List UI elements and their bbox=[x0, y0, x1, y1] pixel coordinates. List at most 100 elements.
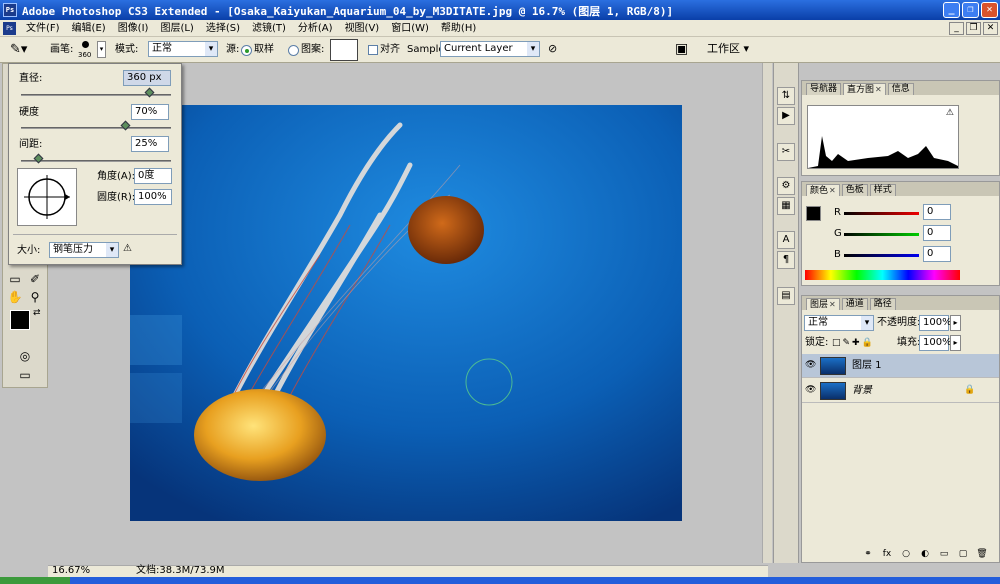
blue-slider[interactable] bbox=[844, 254, 919, 257]
tab-info[interactable]: 信息 bbox=[887, 83, 914, 95]
foreground-color-preview[interactable] bbox=[806, 206, 821, 221]
pattern-radio[interactable] bbox=[288, 45, 299, 56]
sampled-radio[interactable] bbox=[241, 45, 252, 56]
menu-help[interactable]: 帮助(H) bbox=[435, 22, 482, 35]
close-tab-icon[interactable]: ✕ bbox=[875, 85, 882, 94]
spacing-slider[interactable] bbox=[21, 160, 171, 162]
start-button[interactable] bbox=[0, 577, 70, 584]
close-tab-icon[interactable]: ✕ bbox=[829, 186, 836, 195]
visibility-eye-icon[interactable]: 👁 bbox=[805, 385, 816, 395]
angle-input[interactable]: 0度 bbox=[134, 168, 172, 184]
adjustment-layer-icon[interactable]: ◐ bbox=[919, 548, 931, 560]
quick-mask-icon[interactable]: ◎ bbox=[16, 347, 34, 365]
brushes-icon[interactable]: ⚙ bbox=[777, 177, 795, 195]
document-canvas[interactable] bbox=[130, 105, 682, 521]
screen-mode-icon[interactable]: ▭ bbox=[16, 366, 34, 384]
hardness-input[interactable]: 70% bbox=[131, 104, 169, 120]
layer-mask-icon[interactable]: ○ bbox=[900, 548, 912, 560]
file-browser-icon[interactable]: ▣ bbox=[675, 41, 688, 57]
link-layers-icon[interactable]: ⚭ bbox=[862, 548, 874, 560]
mode-select[interactable]: 正常 bbox=[148, 41, 218, 57]
menu-file[interactable]: 文件(F) bbox=[20, 22, 66, 35]
menu-image[interactable]: 图像(I) bbox=[112, 22, 155, 35]
green-input[interactable]: 0 bbox=[923, 225, 951, 241]
doc-restore-button[interactable]: ❐ bbox=[966, 22, 981, 35]
mode-label: 模式: bbox=[115, 44, 139, 55]
menu-window[interactable]: 窗口(W) bbox=[385, 22, 435, 35]
tab-styles[interactable]: 样式 bbox=[869, 184, 896, 196]
zoom-tool-icon[interactable]: ⚲ bbox=[26, 288, 44, 306]
layer-style-icon[interactable]: fx bbox=[881, 548, 893, 560]
layer-row[interactable]: 👁 背景 🔒 bbox=[802, 379, 999, 403]
eyedropper-tool-icon[interactable]: ✐ bbox=[26, 270, 44, 288]
roundness-input[interactable]: 100% bbox=[134, 189, 172, 205]
minimize-button[interactable]: _ bbox=[943, 2, 960, 18]
histogram-curve bbox=[808, 136, 958, 168]
menu-view[interactable]: 视图(V) bbox=[339, 22, 386, 35]
opacity-arrow-icon[interactable]: ▸ bbox=[950, 315, 961, 331]
fill-input[interactable]: 100% bbox=[919, 335, 952, 351]
tab-paths-label: 路径 bbox=[873, 299, 892, 309]
green-slider[interactable] bbox=[844, 233, 919, 236]
lock-icons[interactable]: □✎✚🔒 bbox=[832, 336, 875, 350]
fill-arrow-icon[interactable]: ▸ bbox=[950, 335, 961, 351]
tab-paths[interactable]: 路径 bbox=[869, 298, 896, 310]
hand-tool-icon[interactable]: ✋ bbox=[6, 288, 24, 306]
menu-select[interactable]: 选择(S) bbox=[200, 22, 246, 35]
sample-select[interactable]: Current Layer bbox=[440, 41, 540, 57]
zoom-readout[interactable]: 16.67% bbox=[52, 564, 90, 578]
close-button[interactable]: ✕ bbox=[981, 2, 998, 18]
hardness-slider[interactable] bbox=[21, 127, 171, 129]
menu-filter[interactable]: 滤镜(T) bbox=[246, 22, 292, 35]
layer-row[interactable]: 👁 图层 1 bbox=[802, 354, 999, 378]
tab-navigator[interactable]: 导航器 bbox=[806, 83, 842, 95]
aligned-checkbox[interactable] bbox=[368, 45, 378, 55]
actions-icon[interactable]: ▶ bbox=[777, 107, 795, 125]
history-icon[interactable]: ⇅ bbox=[777, 87, 795, 105]
tab-swatches[interactable]: 色板 bbox=[841, 184, 868, 196]
opacity-label: 不透明度: bbox=[877, 317, 921, 328]
document-info[interactable]: 文档:38.3M/73.9M bbox=[136, 564, 225, 578]
brush-angle-preview[interactable] bbox=[17, 168, 77, 226]
delete-layer-icon[interactable]: 🗑 bbox=[976, 548, 988, 560]
blue-input[interactable]: 0 bbox=[923, 246, 951, 262]
tab-histogram[interactable]: 直方图✕ bbox=[843, 83, 886, 95]
clone-source-icon[interactable]: ▦ bbox=[777, 197, 795, 215]
tab-color[interactable]: 颜色✕ bbox=[806, 184, 840, 196]
type-tool-icon[interactable]: ▭ bbox=[6, 270, 24, 288]
tab-channels[interactable]: 通道 bbox=[841, 298, 868, 310]
layer-comps-icon[interactable]: ▤ bbox=[777, 287, 795, 305]
maximize-button[interactable]: ❐ bbox=[962, 2, 979, 18]
opacity-input[interactable]: 100% bbox=[919, 315, 952, 331]
pattern-picker[interactable] bbox=[330, 39, 358, 61]
visibility-eye-icon[interactable]: 👁 bbox=[805, 360, 816, 370]
vertical-scrollbar[interactable] bbox=[762, 63, 772, 563]
size-control-select[interactable]: 钢笔压力 bbox=[49, 242, 119, 258]
close-tab-icon[interactable]: ✕ bbox=[829, 300, 836, 309]
menu-edit[interactable]: 编辑(E) bbox=[66, 22, 112, 35]
tool-presets-icon[interactable]: ✂ bbox=[777, 143, 795, 161]
brush-preset-picker[interactable]: 360 bbox=[76, 39, 96, 61]
swap-colors-icon[interactable]: ⇄ bbox=[33, 308, 41, 318]
workspace-menu[interactable]: 工作区 ▾ bbox=[707, 42, 749, 56]
doc-minimize-button[interactable]: _ bbox=[949, 22, 964, 35]
red-input[interactable]: 0 bbox=[923, 204, 951, 220]
paragraph-icon[interactable]: ¶ bbox=[777, 251, 795, 269]
healing-brush-tool-icon[interactable]: ✎▾ bbox=[10, 42, 27, 57]
doc-close-button[interactable]: ✕ bbox=[983, 22, 998, 35]
character-icon[interactable]: A bbox=[777, 231, 795, 249]
tab-layers[interactable]: 图层✕ bbox=[806, 298, 840, 310]
new-group-icon[interactable]: ▭ bbox=[938, 548, 950, 560]
color-spectrum-ramp[interactable] bbox=[805, 270, 960, 280]
foreground-color-swatch[interactable] bbox=[10, 310, 30, 330]
blend-mode-select[interactable]: 正常 bbox=[804, 315, 874, 331]
red-slider[interactable] bbox=[844, 212, 919, 215]
menu-layer[interactable]: 图层(L) bbox=[154, 22, 199, 35]
spacing-input[interactable]: 25% bbox=[131, 136, 169, 152]
menu-analysis[interactable]: 分析(A) bbox=[292, 22, 339, 35]
menu-bar: Ps 文件(F) 编辑(E) 图像(I) 图层(L) 选择(S) 滤镜(T) 分… bbox=[0, 20, 1000, 37]
new-layer-icon[interactable]: ▢ bbox=[957, 548, 969, 560]
ignore-adjustment-layers-icon[interactable]: ⊘ bbox=[548, 42, 557, 55]
brush-dropdown-arrow-icon[interactable]: ▾ bbox=[97, 41, 106, 58]
diameter-input[interactable]: 360 px bbox=[123, 70, 171, 86]
